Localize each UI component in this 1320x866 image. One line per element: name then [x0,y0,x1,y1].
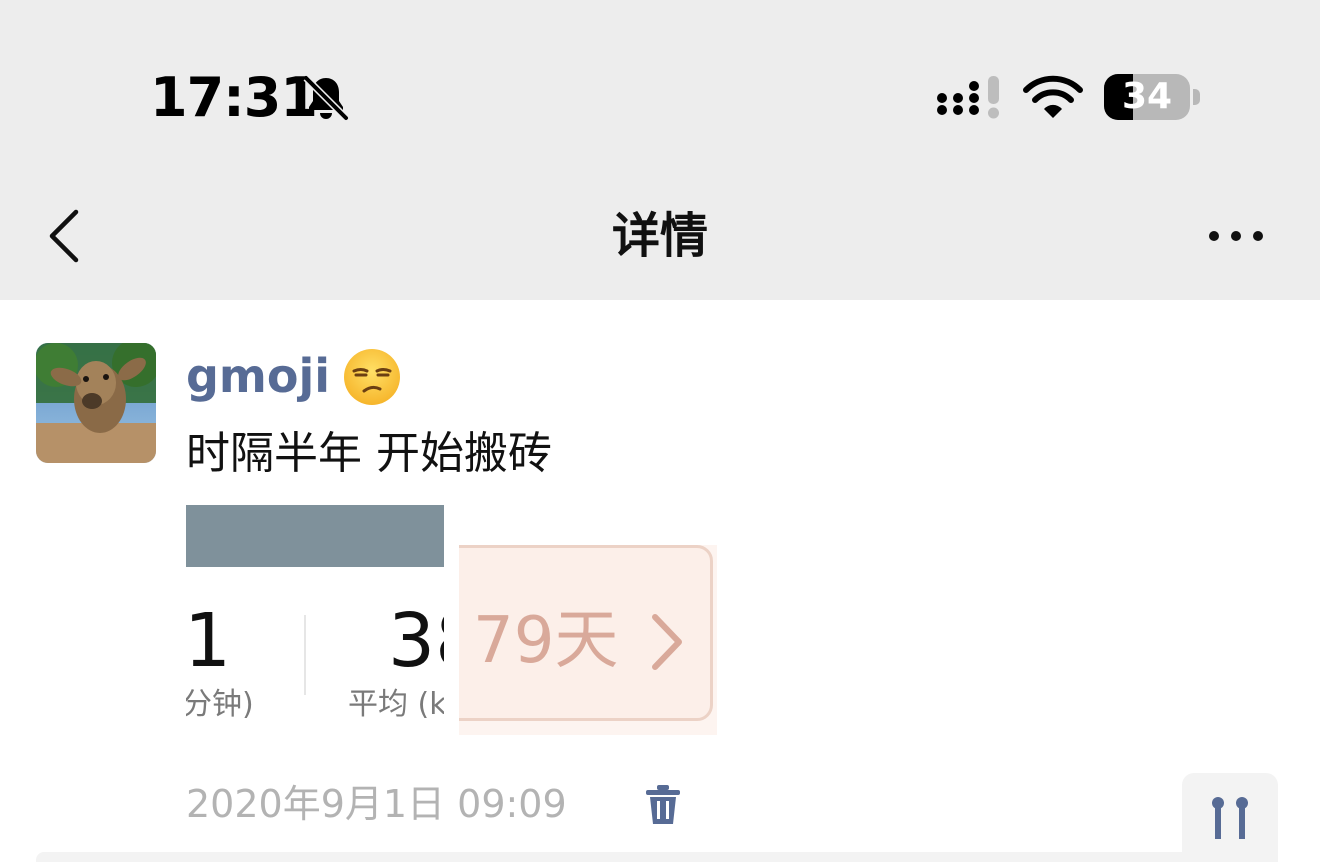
image-caption-right: 平均 (k [348,687,444,722]
comment-area-edge [36,852,1278,862]
image-stat-right: 38 [388,598,444,684]
image-stat-left: 1 [186,598,232,684]
more-button[interactable] [1200,214,1272,258]
image-day-count: 79天 [473,604,619,678]
post-text: 时隔半年 开始搬砖 [186,428,552,479]
trash-icon [646,785,680,824]
post-timestamp: 2020年9月1日 09:09 [186,782,567,826]
chevron-right-icon [652,614,682,670]
battery-body: 34 [1104,74,1190,120]
wifi-icon [1023,75,1083,118]
more-horizontal-icon [1209,231,1263,241]
battery-level: 34 [1121,76,1173,117]
cellular-signal-icon [937,76,999,119]
image-header-bar [186,505,444,567]
like-dots-icon [1212,797,1248,839]
status-time: 17:31 [150,66,318,129]
unamused-face-emoji [344,349,400,405]
username[interactable]: gmoji [186,346,330,406]
delete-button[interactable] [644,784,682,826]
like-comment-button[interactable] [1182,773,1278,862]
battery-icon: 34 [1104,74,1200,120]
post-image-2[interactable]: 79天 [459,545,717,735]
avatar[interactable] [36,343,156,463]
bell-off-icon [303,75,349,121]
page-title: 详情 [611,208,708,264]
image-caption-left: 分钟) [186,687,254,722]
post-image-1[interactable]: 1 分钟) 38 平均 (k [186,505,444,725]
battery-cap [1193,89,1200,105]
image-divider [304,615,306,695]
